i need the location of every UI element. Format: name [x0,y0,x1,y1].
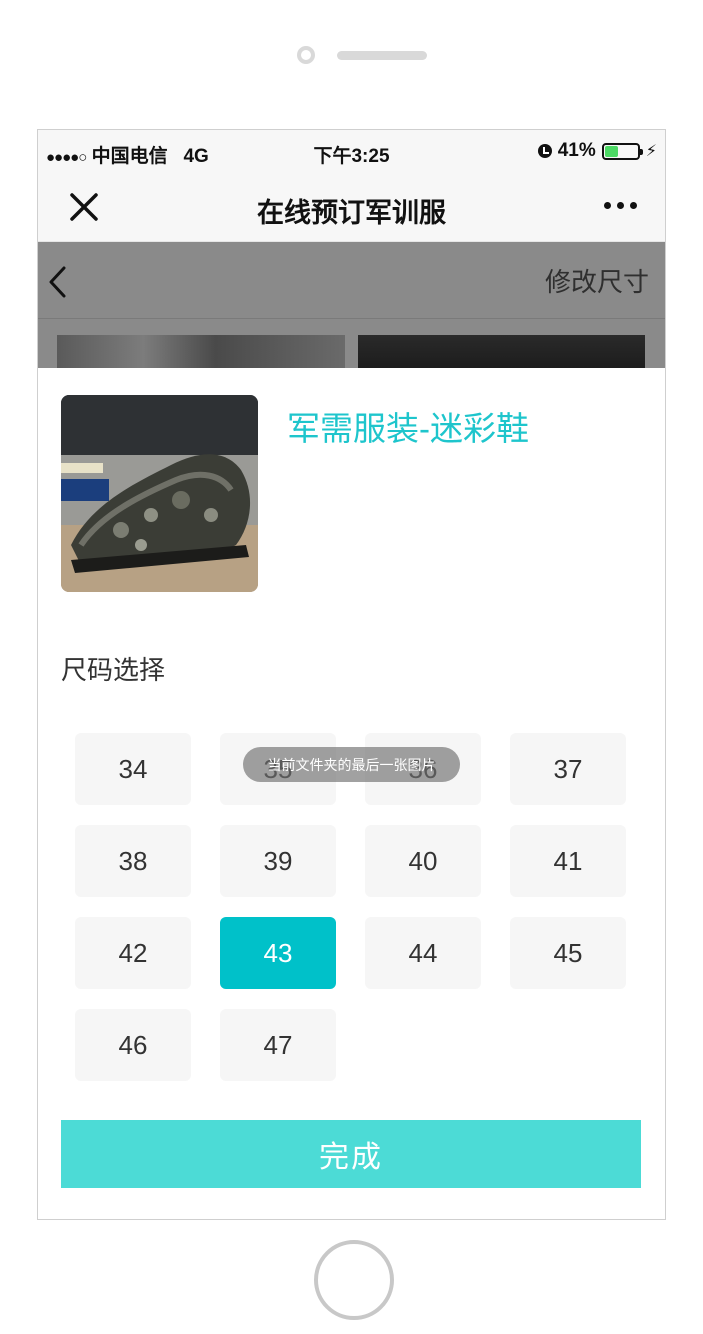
more-dot [630,202,637,209]
earpiece-speaker [337,51,427,60]
battery-percent: 41% [557,140,596,161]
size-option-47[interactable]: 47 [220,1009,336,1081]
size-option-38[interactable]: 38 [75,825,191,897]
camo-shoe-image [61,395,258,592]
product-title: 军需服装-迷彩鞋 [287,410,529,447]
size-option-42[interactable]: 42 [75,917,191,989]
status-bar: ●●●●○ 中国电信 4G 下午3:25 41% ⚡ [38,130,665,174]
product-image [61,395,258,592]
charging-bolt-icon: ⚡ [645,143,657,160]
front-camera [297,46,315,64]
battery-icon [601,142,643,160]
done-button[interactable]: 完成 [61,1120,641,1188]
size-option-44[interactable]: 44 [365,917,481,989]
size-option-41[interactable]: 41 [510,825,626,897]
chevron-left-icon[interactable] [44,262,74,302]
more-dot [604,202,611,209]
status-right-group: 41% ⚡ [537,140,657,162]
phone-frame: ●●●●○ 中国电信 4G 下午3:25 41% ⚡ 在线预订军训服 修改尺寸 … [0,0,703,1334]
size-option-34[interactable]: 34 [75,733,191,805]
alarm-icon [537,144,552,158]
size-section-label: 尺码选择 [61,655,166,685]
size-option-45[interactable]: 45 [510,917,626,989]
screen: ●●●●○ 中国电信 4G 下午3:25 41% ⚡ 在线预订军训服 修改尺寸 … [37,129,666,1220]
divider [38,318,665,319]
size-option-43[interactable]: 43 [220,917,336,989]
more-dot [617,202,624,209]
size-selection-sheet: 军需服装-迷彩鞋 尺码选择 34353637383940414243444546… [38,368,665,1219]
size-option-40[interactable]: 40 [365,825,481,897]
toast-message: 当前文件夹的最后一张图片 [243,747,460,782]
size-option-39[interactable]: 39 [220,825,336,897]
size-option-46[interactable]: 46 [75,1009,191,1081]
background-page-overlay[interactable]: 修改尺寸 [38,242,665,375]
more-icon[interactable] [604,202,637,209]
nav-bar: 在线预订军训服 [38,174,665,242]
battery-level [604,145,618,157]
size-option-37[interactable]: 37 [510,733,626,805]
home-button[interactable] [314,1240,394,1320]
page-title: 在线预订军训服 [257,198,446,228]
edit-size-link[interactable]: 修改尺寸 [545,262,649,299]
